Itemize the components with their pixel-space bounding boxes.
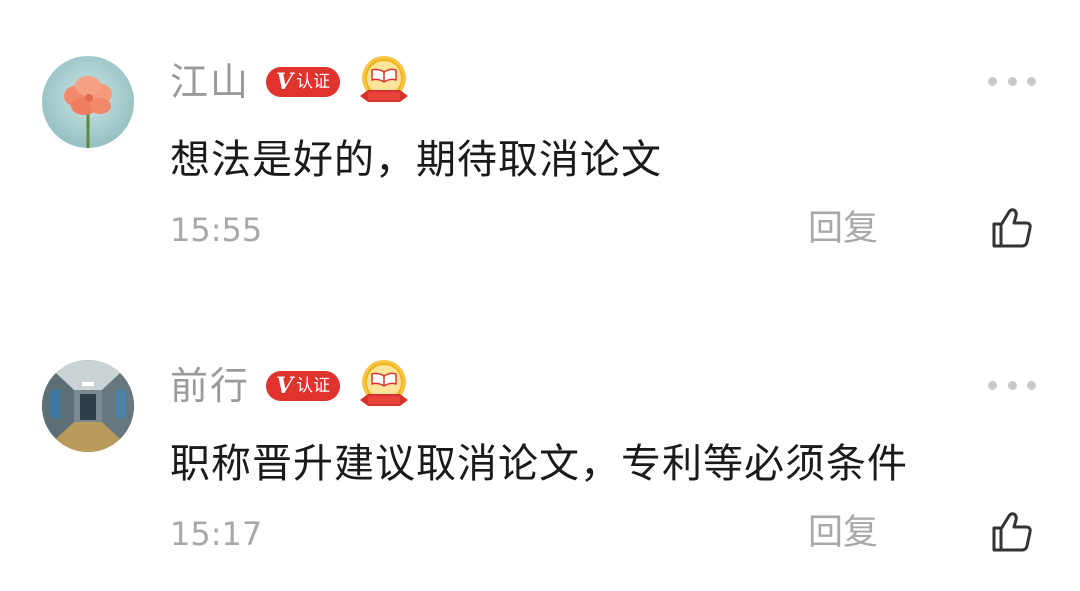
comment-list: 江山 V 认证 想法是好的，期待取消论文 15:55 回复 前行 V 认证 职称… xyxy=(0,0,1080,591)
thumbs-up-icon[interactable] xyxy=(988,508,1036,556)
comment-header: 江山 V 认证 xyxy=(170,52,414,112)
more-dots-icon xyxy=(988,76,997,86)
more-dots-icon xyxy=(1007,380,1017,390)
medal-badge-icon xyxy=(360,360,409,406)
more-dots-icon xyxy=(1027,380,1036,390)
avatar[interactable] xyxy=(42,56,134,148)
more-dots-icon xyxy=(988,380,997,390)
verified-label: 认证 xyxy=(296,72,331,92)
comment-time: 15:17 xyxy=(170,515,263,553)
verified-v-mark: V xyxy=(276,373,294,399)
avatar[interactable] xyxy=(42,360,134,452)
username[interactable]: 前行 xyxy=(170,356,250,416)
comment-time: 15:55 xyxy=(170,211,263,249)
username[interactable]: 江山 xyxy=(170,52,250,112)
more-options-button[interactable] xyxy=(988,378,1036,392)
verified-label: 认证 xyxy=(296,376,331,396)
more-options-button[interactable] xyxy=(988,74,1036,88)
comment-text: 职称晋升建议取消论文，专利等必须条件 xyxy=(170,441,908,487)
medal-badge-icon xyxy=(360,56,409,102)
verified-badge: V 认证 xyxy=(266,67,341,97)
verified-v-mark: V xyxy=(276,69,294,95)
reply-button[interactable]: 回复 xyxy=(808,206,878,252)
verified-badge: V 认证 xyxy=(266,371,341,401)
more-dots-icon xyxy=(1007,76,1017,86)
comment-item: 前行 V 认证 职称晋升建议取消论文，专利等必须条件 15:17 回复 xyxy=(0,304,1080,554)
more-dots-icon xyxy=(1027,76,1036,86)
thumbs-up-icon[interactable] xyxy=(988,204,1036,252)
comment-item: 江山 V 认证 想法是好的，期待取消论文 15:55 回复 xyxy=(0,0,1080,250)
comment-text: 想法是好的，期待取消论文 xyxy=(170,137,662,183)
reply-button[interactable]: 回复 xyxy=(808,510,878,556)
comment-header: 前行 V 认证 xyxy=(170,356,414,416)
